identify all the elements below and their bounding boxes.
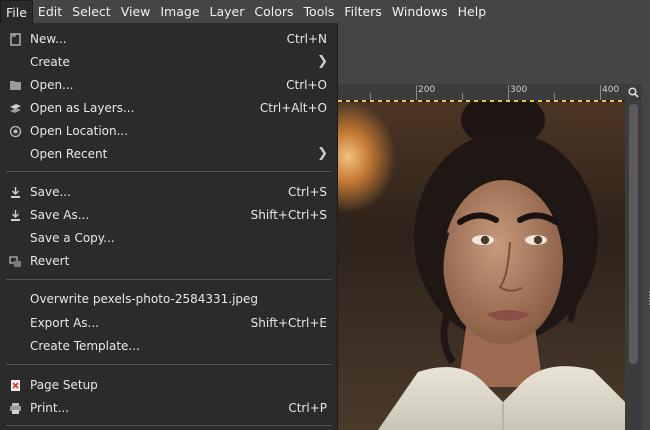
ruler-tick [416,85,417,101]
menu-item-label: Open Location... [30,124,129,138]
zoom-navigate-button[interactable] [625,84,642,101]
menu-item-label: Page Setup [30,378,98,392]
menu-item-label: Save... [30,185,71,199]
shortcut-label: Shift+Ctrl+E [250,316,327,330]
submenu-arrow-icon: ❯ [317,54,328,69]
menu-item-label: Revert [30,254,70,268]
file-menu-dropdown: New... Ctrl+N Create ❯ Open... Ctrl+O Op… [0,23,338,430]
portrait-photo [378,102,625,430]
menu-select[interactable]: Select [67,0,116,23]
photo-image[interactable] [338,102,625,430]
menu-item-open-recent[interactable]: Open Recent ❯ [0,143,338,165]
menu-item-open-as-layers[interactable]: Open as Layers... Ctrl+Alt+O [0,97,338,119]
menu-item-new[interactable]: New... Ctrl+N [0,28,338,50]
ruler-label-400: 400 [602,85,620,95]
menu-item-save-a-copy[interactable]: Save a Copy... [0,227,338,249]
menu-item-overwrite[interactable]: Overwrite pexels-photo-2584331.jpeg [0,288,338,310]
ruler-tick [508,85,509,101]
menu-item-save[interactable]: Save... Ctrl+S [0,181,338,203]
menu-item-label: Open as Layers... [30,101,135,115]
menu-windows[interactable]: Windows [387,0,453,23]
menu-edit[interactable]: Edit [33,0,67,23]
menu-file[interactable]: File [0,0,33,23]
menu-item-label: Save As... [30,208,90,222]
menu-view[interactable]: View [116,0,156,23]
menu-item-create[interactable]: Create ❯ [0,51,338,73]
menu-item-label: Print... [30,401,70,415]
menu-item-create-template[interactable]: Create Template... [0,335,338,357]
menu-item-label: Create Template... [30,339,140,353]
menu-item-export-as[interactable]: Export As... Shift+Ctrl+E [0,312,338,334]
image-canvas-area[interactable]: 200 300 400 ⋮ ⋮ [338,23,650,430]
menu-item-label: Export As... [30,316,99,330]
save-icon [8,185,22,199]
shortcut-label: Ctrl+S [287,185,327,199]
print-icon [8,401,22,415]
menu-item-label: Open Recent [30,147,108,161]
magnifier-icon [628,87,639,98]
shortcut-label: Shift+Ctrl+S [250,208,327,222]
open-folder-icon [8,78,22,92]
menu-item-revert[interactable]: Revert [0,250,338,272]
menu-tools[interactable]: Tools [299,0,340,23]
open-layers-icon [8,101,22,115]
menu-separator [6,425,331,426]
revert-icon [8,254,22,268]
dock-resize-handle[interactable]: ⋮ ⋮ [645,292,650,323]
shortcut-label: Ctrl+O [286,78,327,92]
shortcut-label: Ctrl+N [286,32,327,46]
location-globe-icon [8,124,22,138]
page-setup-icon [8,378,22,392]
menu-item-label: Open... [30,78,74,92]
menu-item-label: New... [30,32,67,46]
menu-item-label: Save a Copy... [30,231,115,245]
menu-item-label: Overwrite pexels-photo-2584331.jpeg [30,292,259,306]
menu-image[interactable]: Image [155,0,204,23]
ruler-label-200: 200 [418,85,436,95]
menu-separator [6,364,331,365]
ruler-tick [600,85,601,101]
shortcut-label: Ctrl+P [288,401,327,415]
menu-separator [6,171,331,172]
menu-separator [6,279,331,280]
vertical-scrollbar[interactable] [625,102,642,430]
menu-help[interactable]: Help [453,0,492,23]
menu-item-open-location[interactable]: Open Location... [0,120,338,142]
menu-item-label: Create [30,55,70,69]
menu-item-open[interactable]: Open... Ctrl+O [0,74,338,96]
menu-filters[interactable]: Filters [339,0,386,23]
menu-colors[interactable]: Colors [249,0,298,23]
menu-item-page-setup[interactable]: Page Setup [0,374,338,396]
menu-item-print[interactable]: Print... Ctrl+P [0,397,338,419]
new-document-icon [8,32,22,46]
menubar: File Edit Select View Image Layer Colors… [0,0,650,23]
menu-item-save-as[interactable]: Save As... Shift+Ctrl+S [0,204,338,226]
submenu-arrow-icon: ❯ [317,146,328,161]
menu-layer[interactable]: Layer [205,0,250,23]
scrollbar-thumb[interactable] [629,104,638,364]
shortcut-label: Ctrl+Alt+O [259,101,327,115]
ruler-label-300: 300 [510,85,528,95]
save-as-icon [8,208,22,222]
